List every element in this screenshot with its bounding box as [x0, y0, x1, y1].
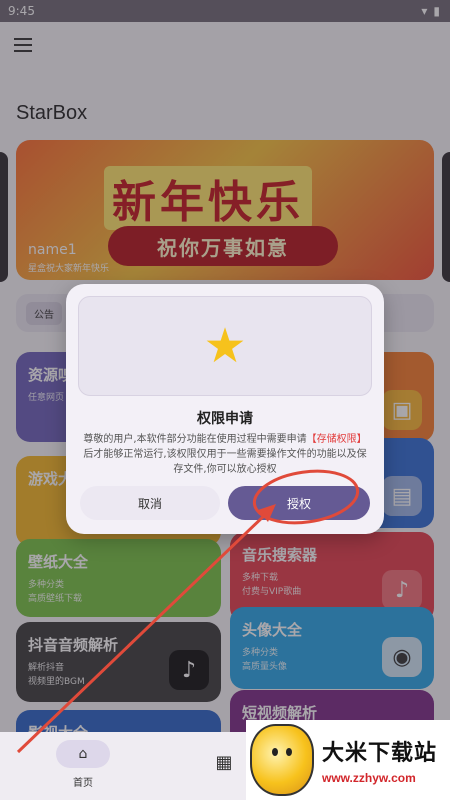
grid-icon[interactable]: ▦	[212, 750, 236, 774]
watermark-brand: 大米下载站	[322, 741, 438, 766]
dialog-body-text-end: 后才能够正常运行,该权限仅用于一些需要操作文件的功能以及保存文件,你可以放心授权	[83, 449, 367, 475]
nav-home[interactable]: ⌂ 首页	[54, 740, 112, 794]
nav-home-label: 首页	[73, 778, 93, 789]
dialog-body-highlight: 【存储权限】	[306, 434, 367, 445]
watermark: 大米下载站 www.zzhyw.com	[246, 720, 450, 800]
grant-button[interactable]: 授权	[228, 486, 370, 520]
dialog-hero: ★	[78, 296, 372, 396]
cancel-button[interactable]: 取消	[80, 486, 220, 520]
dialog-body-text: 尊敬的用户,本软件部分功能在使用过程中需要申请	[83, 434, 307, 445]
star-icon: ★	[203, 318, 247, 374]
dialog-body: 尊敬的用户,本软件部分功能在使用过程中需要申请【存储权限】后才能够正常运行,该权…	[80, 432, 370, 477]
dialog-title: 权限申请	[197, 411, 253, 427]
mascot-logo	[250, 724, 314, 796]
permission-dialog: ★ 权限申请 尊敬的用户,本软件部分功能在使用过程中需要申请【存储权限】后才能够…	[66, 284, 384, 534]
home-icon: ⌂	[56, 740, 110, 768]
watermark-url: www.zzhyw.com	[322, 771, 416, 785]
